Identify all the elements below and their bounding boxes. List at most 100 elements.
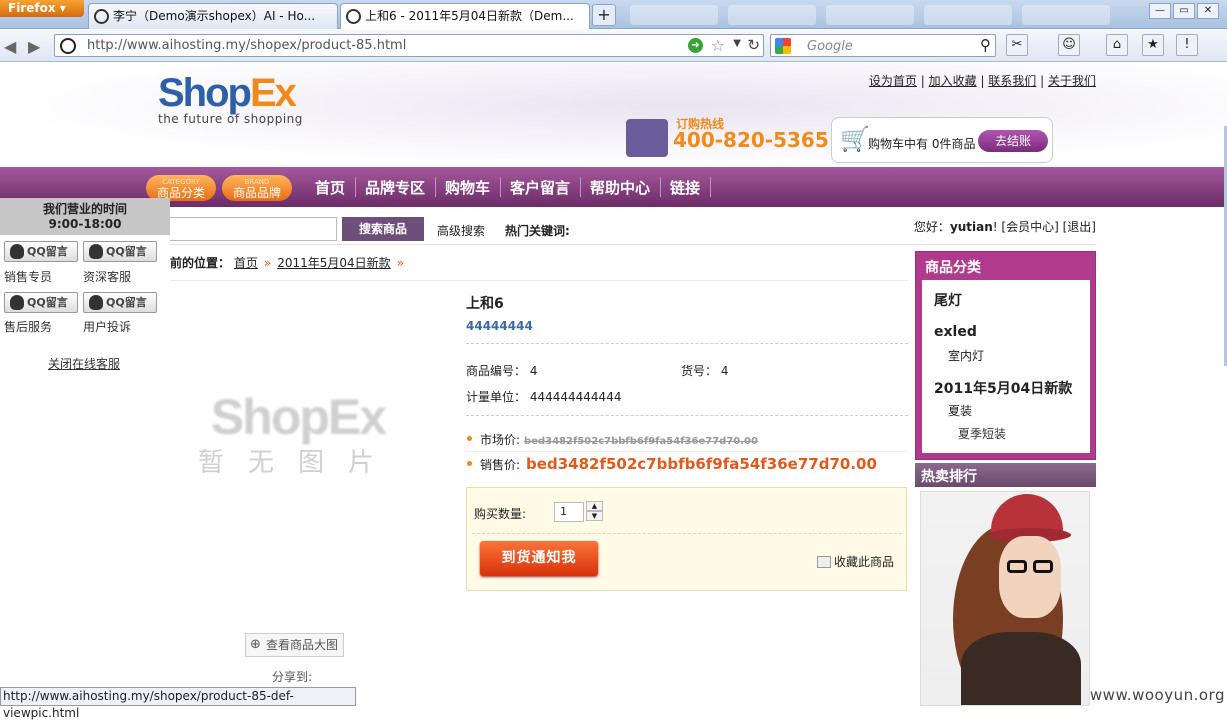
set-homepage-link[interactable]: 设为首页 <box>869 74 917 88</box>
contact-us-link[interactable]: 联系我们 <box>988 74 1036 88</box>
quantity-label: 购买数量: <box>474 507 527 521</box>
quantity-up-icon[interactable]: ▲ <box>586 501 603 511</box>
nav-item-help[interactable]: 帮助中心 <box>590 177 650 198</box>
qq-message-button-sales[interactable]: QQ留言 <box>4 241 78 262</box>
category-new-2011[interactable]: 2011年5月04日新款 <box>934 378 1072 398</box>
qq-penguin-icon <box>89 295 103 310</box>
favorite-product-link[interactable]: 收藏此商品 <box>817 553 894 570</box>
notifications-icon[interactable]: ! <box>1176 34 1198 56</box>
taskbar-ghost <box>728 5 816 25</box>
minimize-icon[interactable]: — <box>1149 3 1171 19</box>
qq-message-button-aftersale[interactable]: QQ留言 <box>4 292 78 313</box>
logo-text-shop: Shop <box>158 71 252 115</box>
category-taillight[interactable]: 尾灯 <box>934 290 962 310</box>
photo-face <box>999 536 1061 618</box>
market-price-label: 市场价: <box>480 433 521 447</box>
nav-divider <box>435 177 436 197</box>
site-search-row: 搜索商品 高级搜索 热门关键词: 您好：yutian! [会员中心] [退出] <box>146 215 1096 245</box>
divider <box>466 415 908 416</box>
web-page: ShopEx the future of shopping 设为首页 | 加入收… <box>0 63 1227 706</box>
category-exled[interactable]: exled <box>934 324 977 340</box>
market-price-value: bed3482f502c7bbfb6f9fa54f36e77d70.00 <box>524 436 758 447</box>
photo-dress <box>961 632 1081 705</box>
bookmarks-icon[interactable]: ★ <box>1142 34 1164 56</box>
product-sku-value: 4 <box>720 364 729 378</box>
nav-item-home[interactable]: 首页 <box>315 177 345 198</box>
tab-lining-demo[interactable]: 李宁（Demo演示shopex）AI - Ho... <box>88 3 338 29</box>
member-center-link[interactable]: [会员中心] <box>1001 220 1058 234</box>
nav-item-messages[interactable]: 客户留言 <box>510 177 570 198</box>
product-unit: 计量单位： 444444444444 <box>466 388 621 405</box>
logout-link[interactable]: [退出] <box>1063 220 1096 234</box>
logo-tagline: the future of shopping <box>158 112 303 126</box>
nav-item-cart[interactable]: 购物车 <box>445 177 490 198</box>
bookmark-star-icon[interactable]: ☆ <box>711 36 725 55</box>
category-indoor-light[interactable]: 室内灯 <box>948 347 984 364</box>
keyword-input[interactable] <box>146 217 337 241</box>
category-summer-wear[interactable]: 夏装 <box>948 402 972 419</box>
breadcrumb-category[interactable]: 2011年5月04日新款 <box>277 256 390 270</box>
close-icon[interactable]: ✕ <box>1197 3 1219 19</box>
go-arrow-icon[interactable]: ➜ <box>688 38 703 53</box>
maximize-icon[interactable]: ▭ <box>1173 3 1195 19</box>
share-label: 分享到: <box>272 670 313 684</box>
checkout-button[interactable]: 去结账 <box>978 130 1048 152</box>
top-links: 设为首页 | 加入收藏 | 联系我们 | 关于我们 <box>868 74 1096 88</box>
site-identity-icon[interactable] <box>60 38 76 54</box>
hot-product-image[interactable] <box>920 491 1090 706</box>
shopping-cart-icon: 🛒 <box>840 125 870 153</box>
shopex-logo[interactable]: ShopEx the future of shopping <box>158 71 303 126</box>
history-dropdown-icon[interactable]: ▼ <box>733 38 741 49</box>
home-icon[interactable]: ⌂ <box>1106 34 1128 56</box>
user-greeting: 您好：yutian! [会员中心] [退出] <box>913 220 1096 234</box>
reload-icon[interactable]: ↻ <box>747 36 760 54</box>
nav-divider <box>355 177 356 197</box>
photo-glasses-right <box>1033 560 1053 573</box>
nav-divider <box>710 177 711 197</box>
zoom-icon: ⊕ <box>250 637 261 652</box>
favorite-folder-icon <box>817 556 831 568</box>
qq-penguin-icon <box>89 244 103 259</box>
about-us-link[interactable]: 关于我们 <box>1048 74 1096 88</box>
purchase-box: 购买数量: 1 ▲ ▼ 到货通知我 收藏此商品 <box>466 487 907 591</box>
nav-divider <box>500 177 501 197</box>
screenshot-addon-icon[interactable]: ✂ <box>1006 34 1028 56</box>
category-summer-short[interactable]: 夏季短装 <box>958 425 1006 442</box>
agent-label-support: 资深客服 <box>83 270 132 284</box>
qq-label: QQ留言 <box>27 245 68 258</box>
qq-message-button-support[interactable]: QQ留言 <box>83 241 157 262</box>
quantity-input[interactable]: 1 <box>554 502 584 522</box>
view-large-image-button[interactable]: ⊕ 查看商品大图 <box>245 633 344 657</box>
forward-arrow-icon[interactable]: ▶ <box>28 37 40 56</box>
nav-item-brands[interactable]: 品牌专区 <box>365 177 425 198</box>
search-box[interactable]: Google ⚲ <box>770 34 996 57</box>
firefox-menu-button[interactable]: Firefox ▾ <box>0 0 84 17</box>
hotline-number: 400-820-5365 <box>673 128 829 152</box>
notify-arrival-button[interactable]: 到货通知我 <box>480 541 598 576</box>
bullet-icon <box>467 461 472 466</box>
qq-message-button-complaint[interactable]: QQ留言 <box>83 292 157 313</box>
address-bar[interactable]: http://www.aihosting.my/shopex/product-8… <box>54 34 764 57</box>
taskbar-ghost <box>924 5 1012 25</box>
brand-menu-button[interactable]: BRAND 商品品牌 <box>222 175 292 201</box>
url-text[interactable]: http://www.aihosting.my/shopex/product-8… <box>87 38 406 53</box>
new-tab-button[interactable]: + <box>592 4 616 26</box>
window-controls: — ▭ ✕ <box>1147 2 1219 19</box>
category-panel: 商品分类 尾灯 exled 室内灯 2011年5月04日新款 夏装 夏季短装 <box>915 251 1096 460</box>
quantity-down-icon[interactable]: ▼ <box>586 511 603 521</box>
tab-title: 上和6 - 2011年5月04日新款（Dem... <box>365 9 574 23</box>
cart-count-text: 购物车中有 0件商品 <box>868 137 976 151</box>
divider <box>466 343 908 344</box>
qq-label: QQ留言 <box>27 296 68 309</box>
google-engine-icon[interactable] <box>775 38 791 54</box>
tab-product-page[interactable]: 上和6 - 2011年5月04日新款（Dem... <box>340 3 590 29</box>
search-icon[interactable]: ⚲ <box>980 36 991 54</box>
nav-item-links[interactable]: 链接 <box>670 177 700 198</box>
close-service-link[interactable]: 关闭在线客服 <box>48 355 120 372</box>
advanced-search-link[interactable]: 高级搜索 <box>437 222 485 239</box>
addon-smiley-icon[interactable]: ☺ <box>1058 34 1080 56</box>
back-arrow-icon[interactable]: ◀ <box>4 37 16 56</box>
search-products-button[interactable]: 搜索商品 <box>342 217 424 241</box>
add-favorite-link[interactable]: 加入收藏 <box>929 74 977 88</box>
breadcrumb-home[interactable]: 首页 <box>234 256 258 270</box>
